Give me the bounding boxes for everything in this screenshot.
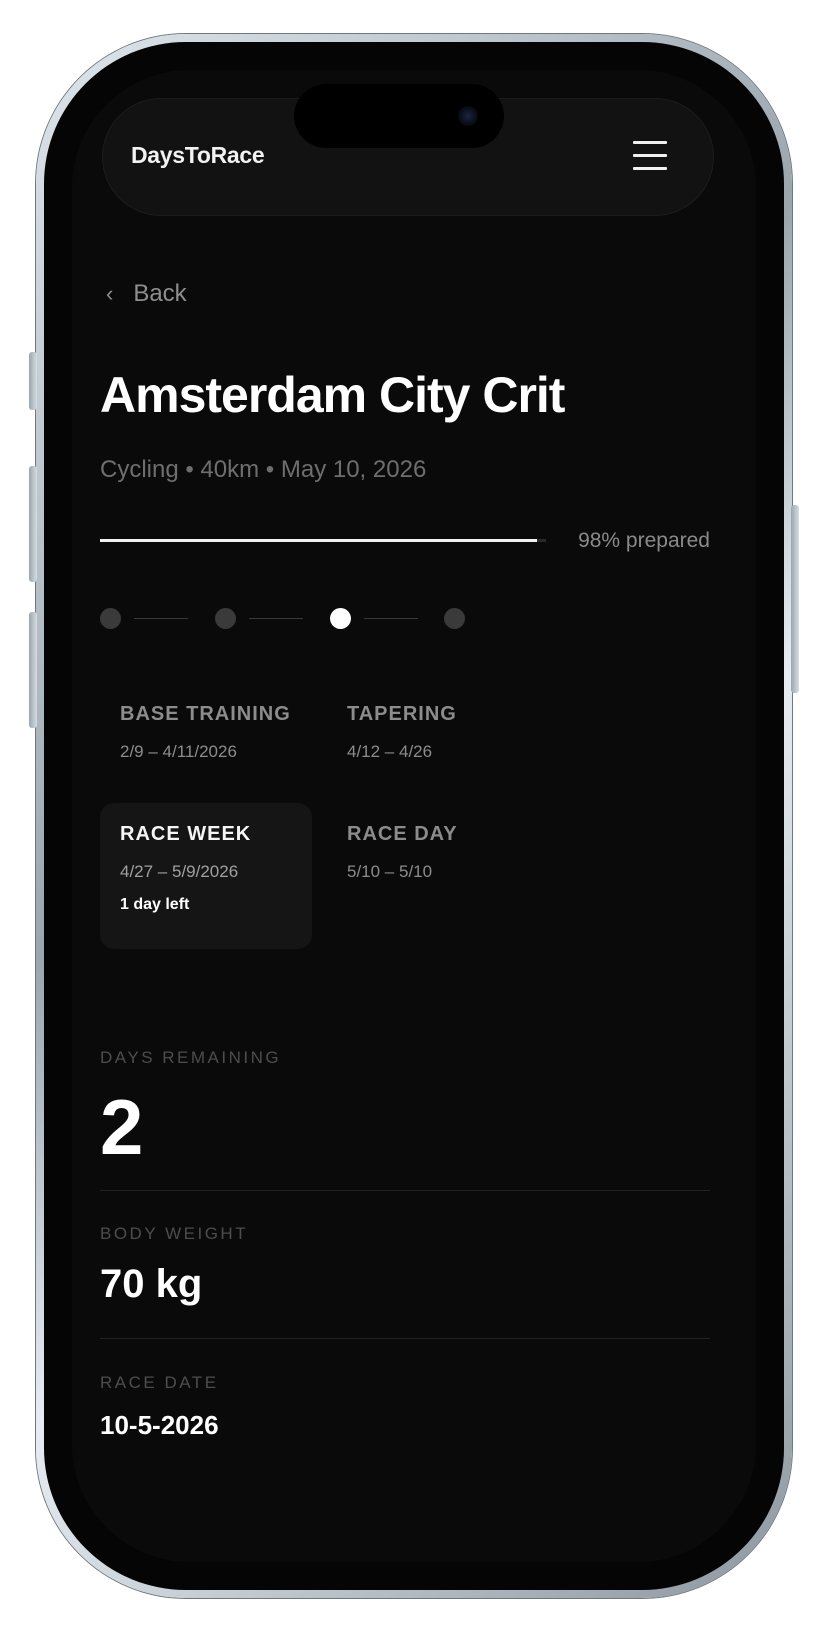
camera-lens [458, 106, 478, 126]
progress-fill [100, 539, 538, 542]
action-button [29, 352, 37, 410]
step-dot[interactable] [215, 608, 236, 629]
phase-dates: 2/9 – 4/11/2026 [120, 742, 237, 761]
step-connector [134, 618, 188, 619]
power-button [791, 505, 799, 693]
divider [100, 1338, 710, 1339]
step-dot[interactable] [444, 608, 465, 629]
hamburger-menu-icon[interactable] [633, 141, 667, 171]
days-remaining-label: DAYS REMAINING [100, 1048, 282, 1067]
phase-name: RACE DAY [347, 823, 458, 845]
progress-label: 98% prepared [578, 529, 710, 552]
phase-dates: 4/12 – 4/26 [347, 742, 433, 761]
step-dot[interactable] [100, 608, 121, 629]
volume-down-button [29, 612, 37, 728]
race-date-value: 10-5-2026 [100, 1410, 219, 1440]
body-weight-value: 70 kg [100, 1262, 203, 1306]
race-subtitle: Cycling • 40km • May 10, 2026 [100, 456, 427, 483]
brand-logo[interactable]: DaysToRace [131, 142, 265, 169]
page-title: Amsterdam City Crit [100, 367, 565, 423]
phase-name: RACE WEEK [120, 823, 252, 845]
phase-name: BASE TRAINING [120, 703, 291, 725]
phase-name: TAPERING [347, 703, 457, 725]
race-date-label: RACE DATE [100, 1373, 219, 1392]
phase-card-race-day[interactable]: RACE DAY 5/10 – 5/10 [327, 803, 539, 949]
phase-card-race-week[interactable]: RACE WEEK 4/27 – 5/9/2026 1 day left [100, 803, 312, 949]
divider [100, 1190, 710, 1191]
back-button[interactable]: ‹ Back [106, 280, 187, 308]
body-weight-label: BODY WEIGHT [100, 1224, 249, 1243]
chevron-left-icon: ‹ [106, 281, 114, 306]
days-remaining-value: 2 [100, 1083, 144, 1171]
step-connector [364, 618, 418, 619]
phase-dates: 5/10 – 5/10 [347, 862, 433, 881]
step-dot-current[interactable] [330, 608, 351, 629]
phase-dates: 4/27 – 5/9/2026 [120, 862, 239, 881]
phase-days-left: 1 day left [120, 896, 190, 913]
preparation-progress-bar [100, 539, 546, 542]
back-label: Back [133, 280, 187, 307]
volume-up-button [29, 466, 37, 582]
screen: DaysToRace ‹ Back Amsterdam City Crit Cy… [72, 70, 756, 1562]
step-connector [249, 618, 303, 619]
